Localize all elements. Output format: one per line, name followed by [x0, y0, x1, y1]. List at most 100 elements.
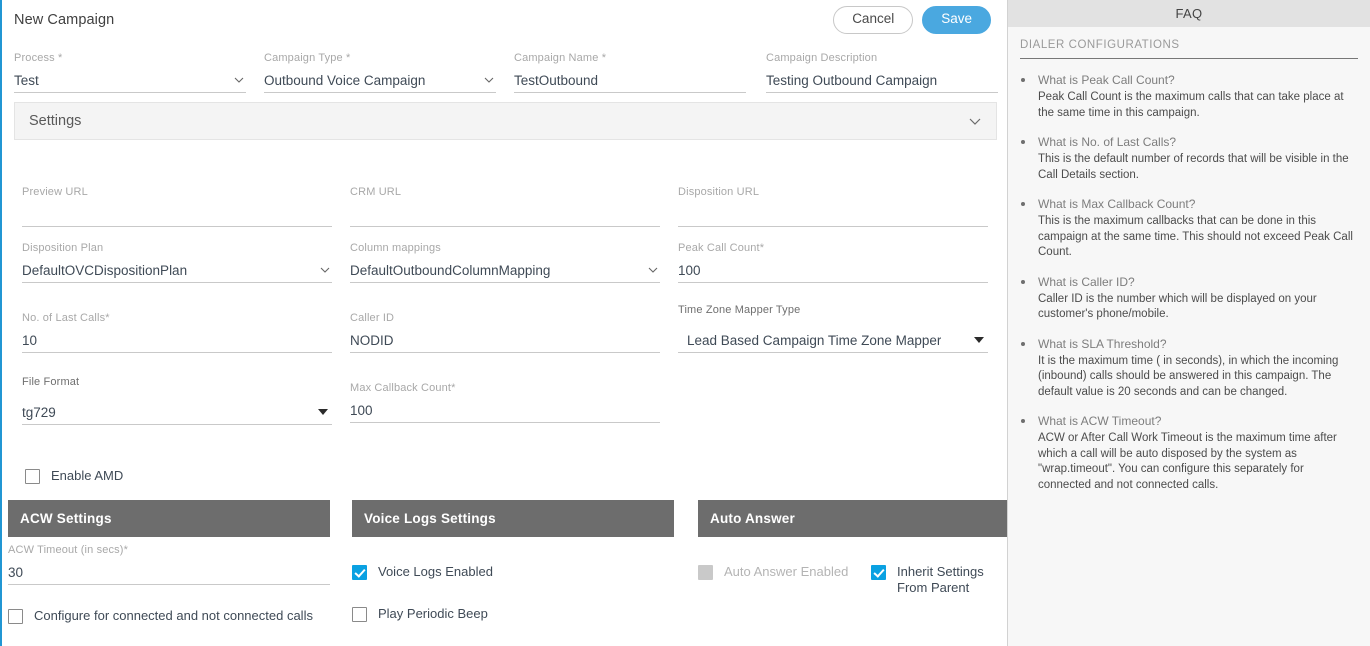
chevron-down-icon [968, 114, 982, 128]
checkbox-box[interactable] [352, 565, 367, 580]
disposition-plan-select[interactable]: DefaultOVCDispositionPlan [22, 257, 332, 283]
save-button[interactable]: Save [922, 6, 991, 34]
checkbox-label: Inherit Settings From Parent [897, 564, 984, 595]
field-column-mappings: Column mappings DefaultOutboundColumnMap… [350, 242, 660, 283]
faq-list-item: What is SLA Threshold? It is the maximum… [1020, 337, 1358, 401]
checkbox-label: Auto Answer Enabled [724, 564, 849, 579]
checkbox-box[interactable] [352, 607, 367, 622]
field-label: ACW Timeout (in secs)* [8, 544, 129, 556]
field-caller-id: Caller ID NODID [350, 312, 660, 353]
faq-answer: This is the default number of records th… [1038, 153, 1349, 181]
faq-header: FAQ [1008, 0, 1370, 27]
page-title: New Campaign [14, 12, 115, 28]
field-crm-url: CRM URL [350, 186, 660, 227]
field-campaign-description: Campaign Description Testing Outbound Ca… [766, 52, 998, 93]
field-value: DefaultOutboundColumnMapping [350, 263, 551, 278]
faq-list-item: What is Peak Call Count? Peak Call Count… [1020, 73, 1358, 121]
field-no-of-last-calls: No. of Last Calls* 10 [22, 312, 332, 353]
field-value: Lead Based Campaign Time Zone Mapper [687, 333, 942, 348]
checkbox-box [698, 565, 713, 580]
process-select[interactable]: Test [14, 67, 246, 93]
field-acw-timeout: ACW Timeout (in secs)* 30 [8, 544, 330, 585]
faq-answer: This is the maximum callbacks that can b… [1038, 215, 1353, 258]
faq-question: What is SLA Threshold? [1038, 336, 1167, 351]
field-label: Campaign Description [766, 52, 878, 64]
field-value: Outbound Voice Campaign [264, 73, 426, 88]
field-value: 100 [350, 403, 373, 418]
field-label: Time Zone Mapper Type [678, 304, 801, 316]
column-mappings-select[interactable]: DefaultOutboundColumnMapping [350, 257, 660, 283]
campaign-editor-screen: New Campaign Cancel Save Process * Test … [0, 0, 1370, 646]
bullet-icon [1021, 419, 1025, 423]
cancel-button[interactable]: Cancel [833, 6, 914, 34]
campaign-name-input[interactable]: TestOutbound [514, 67, 746, 93]
field-disposition-url: Disposition URL [678, 186, 988, 227]
panel-header-acw-settings: ACW Settings [8, 500, 330, 537]
field-label: Campaign Type * [264, 52, 351, 64]
faq-panel: FAQ DIALER CONFIGURATIONS What is Peak C… [1007, 0, 1370, 646]
caret-down-icon [318, 409, 328, 415]
caret-down-icon [974, 337, 984, 343]
bullet-icon [1021, 279, 1025, 284]
checkbox-box[interactable] [8, 609, 23, 624]
field-label: Column mappings [350, 242, 441, 254]
faq-question: What is Caller ID? [1038, 274, 1135, 289]
campaign-type-select[interactable]: Outbound Voice Campaign [264, 67, 496, 93]
field-label: CRM URL [350, 186, 402, 198]
bullet-icon [1021, 202, 1025, 206]
crm-url-input[interactable] [350, 201, 660, 227]
field-label: File Format [22, 376, 80, 388]
preview-url-input[interactable] [22, 201, 332, 227]
field-value: 10 [22, 333, 38, 348]
field-value: tg729 [22, 405, 56, 420]
faq-list-item: What is Max Callback Count? This is the … [1020, 197, 1358, 261]
file-format-select[interactable]: tg729 [22, 391, 332, 425]
max-callback-count-input[interactable]: 100 [350, 397, 660, 423]
peak-call-count-input[interactable]: 100 [678, 257, 988, 283]
field-label: Disposition Plan [22, 242, 104, 254]
checkbox-enable-amd[interactable]: Enable AMD [25, 468, 123, 484]
field-value: 30 [8, 565, 24, 580]
panel-title: Auto Answer [710, 511, 795, 526]
field-label: Caller ID [350, 312, 395, 324]
field-label: Max Callback Count* [350, 382, 456, 394]
checkbox-inherit-settings-from-parent[interactable]: Inherit Settings From Parent [871, 564, 1007, 596]
field-label: No. of Last Calls* [22, 312, 110, 324]
faq-question: What is Peak Call Count? [1038, 73, 1175, 87]
field-value: DefaultOVCDispositionPlan [22, 263, 188, 278]
field-disposition-plan: Disposition Plan DefaultOVCDispositionPl… [22, 242, 332, 283]
field-label: Disposition URL [678, 186, 760, 198]
checkbox-voice-logs-enabled[interactable]: Voice Logs Enabled [352, 564, 493, 580]
checkbox-label: Voice Logs Enabled [378, 564, 493, 579]
bullet-icon [1021, 140, 1025, 144]
field-label: Preview URL [22, 186, 88, 198]
field-time-zone-mapper-type: Time Zone Mapper Type Lead Based Campaig… [678, 304, 988, 353]
field-value: Testing Outbound Campaign [766, 73, 938, 88]
field-value: NODID [350, 333, 394, 348]
page-header: New Campaign Cancel Save [2, 0, 1007, 40]
acw-timeout-input[interactable]: 30 [8, 559, 330, 585]
settings-accordion-header[interactable]: Settings [14, 102, 997, 140]
checkbox-play-periodic-beep[interactable]: Play Periodic Beep [352, 606, 488, 622]
settings-accordion-label: Settings [29, 113, 82, 129]
faq-list-item: What is No. of Last Calls? This is the d… [1020, 135, 1358, 183]
field-campaign-name: Campaign Name * TestOutbound [514, 52, 746, 93]
faq-answer: Caller ID is the number which will be di… [1038, 292, 1317, 321]
field-campaign-type: Campaign Type * Outbound Voice Campaign [264, 52, 496, 93]
time-zone-mapper-type-select[interactable]: Lead Based Campaign Time Zone Mapper [678, 319, 988, 353]
field-preview-url: Preview URL [22, 186, 332, 227]
faq-body: DIALER CONFIGURATIONS What is Peak Call … [1008, 27, 1370, 493]
field-value: Test [14, 73, 39, 88]
no-of-last-calls-input[interactable]: 10 [22, 327, 332, 353]
disposition-url-input[interactable] [678, 201, 988, 227]
checkbox-box[interactable] [871, 565, 886, 580]
caller-id-input[interactable]: NODID [350, 327, 660, 353]
faq-question: What is Max Callback Count? [1038, 197, 1196, 211]
faq-answer: Peak Call Count is the maximum calls tha… [1038, 91, 1344, 119]
campaign-description-input[interactable]: Testing Outbound Campaign [766, 67, 998, 93]
checkbox-configure-connected-calls[interactable]: Configure for connected and not connecte… [8, 608, 313, 624]
checkbox-box[interactable] [25, 469, 40, 484]
faq-list-item: What is Caller ID? Caller ID is the numb… [1020, 275, 1358, 323]
field-file-format: File Format tg729 [22, 376, 332, 425]
bullet-icon [1021, 78, 1025, 82]
